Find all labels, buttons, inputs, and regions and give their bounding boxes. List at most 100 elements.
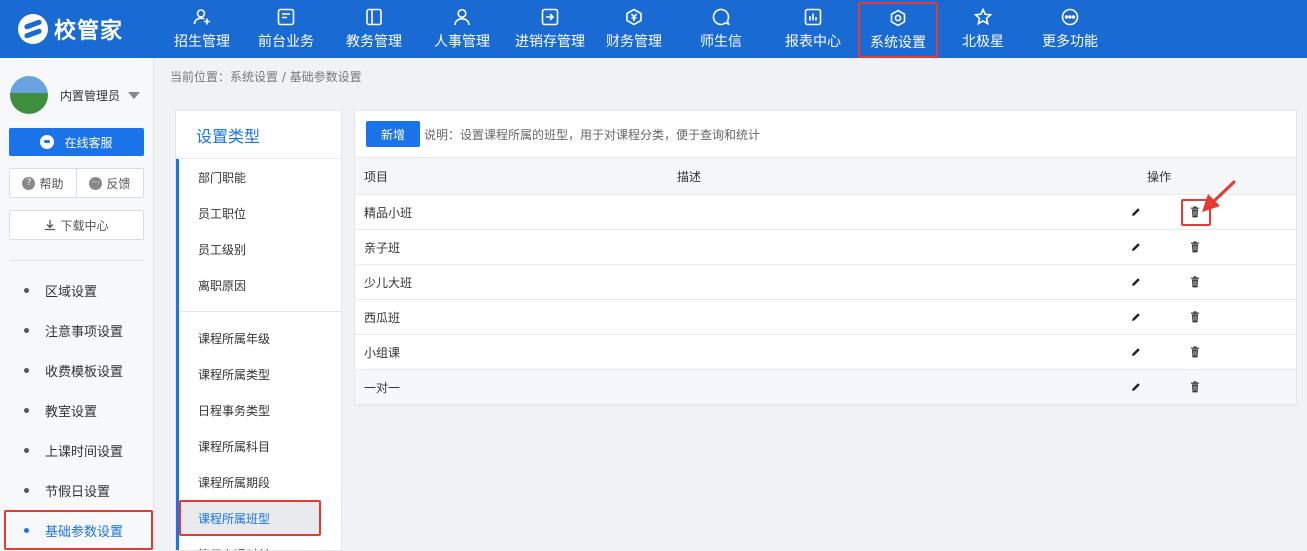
bullet-icon (24, 407, 29, 413)
nav-system-settings[interactable]: 系统设置 (858, 2, 938, 58)
type-item[interactable]: 离职原因 (179, 267, 341, 303)
sidebar-item-label: 教室设置 (45, 404, 98, 420)
row-name: 亲子班 (364, 240, 401, 255)
type-item[interactable]: 课程所属年级 (179, 320, 341, 356)
row-name: 少儿大班 (364, 275, 413, 290)
nav-messages[interactable]: 师生信 (674, 0, 768, 58)
edit-icon[interactable] (1131, 382, 1141, 392)
table-row: 精品小班 (355, 195, 1296, 230)
online-service-label: 在线客服 (64, 135, 113, 150)
trash-icon[interactable] (1190, 381, 1200, 393)
sidebar-item-holidays[interactable]: 节假日设置 (0, 470, 154, 510)
add-button[interactable]: 新增 (366, 121, 420, 147)
row-name: 一对一 (364, 380, 401, 395)
nav-label: 报表中心 (785, 33, 841, 50)
nav-label: 进销存管理 (515, 33, 585, 50)
trash-icon[interactable] (1190, 346, 1200, 358)
settings-menu: 区域设置 注意事项设置 收费模板设置 教室设置 上课时间设置 节假日设置 基础参… (0, 270, 154, 550)
type-item[interactable]: 算用上课时长 (179, 536, 341, 551)
sidebar-item-fee-template[interactable]: 收费模板设置 (0, 350, 154, 390)
sidebar-item-class-time[interactable]: 上课时间设置 (0, 430, 154, 470)
bar-chart-icon (804, 8, 822, 26)
help-button[interactable]: ? 帮助 (10, 169, 76, 197)
nav-label: 前台业务 (258, 33, 314, 50)
avatar (10, 76, 48, 114)
table-row: 一对一 (355, 370, 1296, 405)
type-item-class-type[interactable]: 课程所属班型 (179, 500, 321, 536)
nav-hr[interactable]: 人事管理 (418, 0, 506, 58)
user-plus-icon (193, 8, 211, 26)
row-name: 西瓜班 (364, 310, 401, 325)
online-service-button[interactable]: 在线客服 (9, 128, 144, 156)
trash-icon[interactable] (1190, 276, 1200, 288)
nav-reports[interactable]: 报表中心 (768, 0, 858, 58)
panel-title: 设置类型 (176, 111, 341, 159)
breadcrumb: 当前位置：系统设置 / 基础参数设置 (170, 70, 362, 84)
nav-label: 更多功能 (1042, 33, 1098, 50)
nav-label: 教务管理 (346, 33, 402, 50)
sidebar-item-label: 注意事项设置 (45, 324, 124, 340)
top-bar: 校管家 招生管理 前台业务 教务管理 人事管理 进销存管理 财务管理 师生信 报… (0, 0, 1307, 58)
sidebar: 内置管理员 在线客服 ? 帮助 ··· 反馈 下载中心 区域设置 注意事项设置 … (0, 58, 154, 551)
edit-icon[interactable] (1131, 207, 1141, 217)
type-item[interactable]: 员工职位 (179, 195, 341, 231)
row-name: 小组课 (364, 345, 401, 360)
type-item[interactable]: 日程事务类型 (179, 392, 341, 428)
type-item[interactable]: 课程所属期段 (179, 464, 341, 500)
bullet-icon (24, 367, 29, 373)
help-label: 帮助 (39, 176, 64, 191)
sidebar-item-classroom[interactable]: 教室设置 (0, 390, 154, 430)
nav-label: 系统设置 (870, 34, 926, 51)
nav-polaris[interactable]: 北极星 (938, 0, 1028, 58)
feedback-button[interactable]: ··· 反馈 (76, 169, 143, 197)
edit-icon[interactable] (1131, 277, 1141, 287)
person-icon (453, 8, 471, 26)
monitor-icon (277, 8, 295, 26)
sidebar-item-basic-params[interactable]: 基础参数设置 (4, 510, 153, 550)
top-nav: 招生管理 前台业务 教务管理 人事管理 进销存管理 财务管理 师生信 报表中心 (162, 0, 1112, 58)
sidebar-item-region[interactable]: 区域设置 (0, 270, 154, 310)
trash-icon[interactable] (1190, 241, 1200, 253)
nav-academic[interactable]: 教务管理 (330, 0, 418, 58)
type-item[interactable]: 课程所属类型 (179, 356, 341, 392)
feedback-label: 反馈 (106, 176, 131, 191)
sidebar-divider (9, 260, 144, 261)
user-menu[interactable]: 内置管理员 (10, 76, 141, 114)
question-icon: ? (22, 176, 36, 190)
user-name: 内置管理员 (60, 88, 121, 103)
nav-inventory[interactable]: 进销存管理 (506, 0, 594, 58)
nav-more[interactable]: 更多功能 (1028, 0, 1112, 58)
chat-bubble-icon (40, 135, 55, 149)
help-feedback-group: ? 帮助 ··· 反馈 (9, 168, 144, 198)
bullet-icon (24, 447, 29, 453)
type-item[interactable]: 部门职能 (179, 159, 341, 195)
table-row: 西瓜班 (355, 300, 1296, 335)
type-item[interactable]: 员工级别 (179, 231, 341, 267)
nav-front-desk[interactable]: 前台业务 (242, 0, 330, 58)
class-type-panel: 新增 说明：设置课程所属的班型，用于对课程分类，便于查询和统计 项目 描述 操作… (354, 110, 1297, 406)
sidebar-item-label: 收费模板设置 (45, 364, 124, 380)
bullet-icon (24, 527, 29, 533)
more-icon (1061, 8, 1079, 26)
nav-admission[interactable]: 招生管理 (162, 0, 242, 58)
type-item[interactable]: 课程所属科目 (179, 428, 341, 464)
star-icon (974, 7, 992, 26)
gear-icon (889, 9, 907, 27)
logo[interactable]: 校管家 (18, 13, 123, 45)
download-icon (45, 220, 56, 231)
login-box-icon (541, 8, 559, 26)
edit-icon[interactable] (1131, 242, 1141, 252)
table-row: 小组课 (355, 335, 1296, 370)
edit-icon[interactable] (1131, 312, 1141, 322)
nav-finance[interactable]: 财务管理 (594, 0, 674, 58)
nav-label: 师生信 (700, 33, 742, 50)
settings-type-panel: 设置类型 部门职能 员工职位 员工级别 离职原因 课程所属年级 课程所属类型 日… (175, 110, 342, 551)
column-header-item: 项目 (364, 169, 389, 184)
sidebar-item-notices[interactable]: 注意事项设置 (0, 310, 154, 350)
table-header: 项目 描述 操作 (355, 157, 1296, 195)
trash-icon[interactable] (1190, 311, 1200, 323)
bullet-icon (24, 287, 29, 293)
nav-label: 财务管理 (606, 33, 662, 50)
edit-icon[interactable] (1131, 347, 1141, 357)
download-center-button[interactable]: 下载中心 (9, 210, 144, 240)
